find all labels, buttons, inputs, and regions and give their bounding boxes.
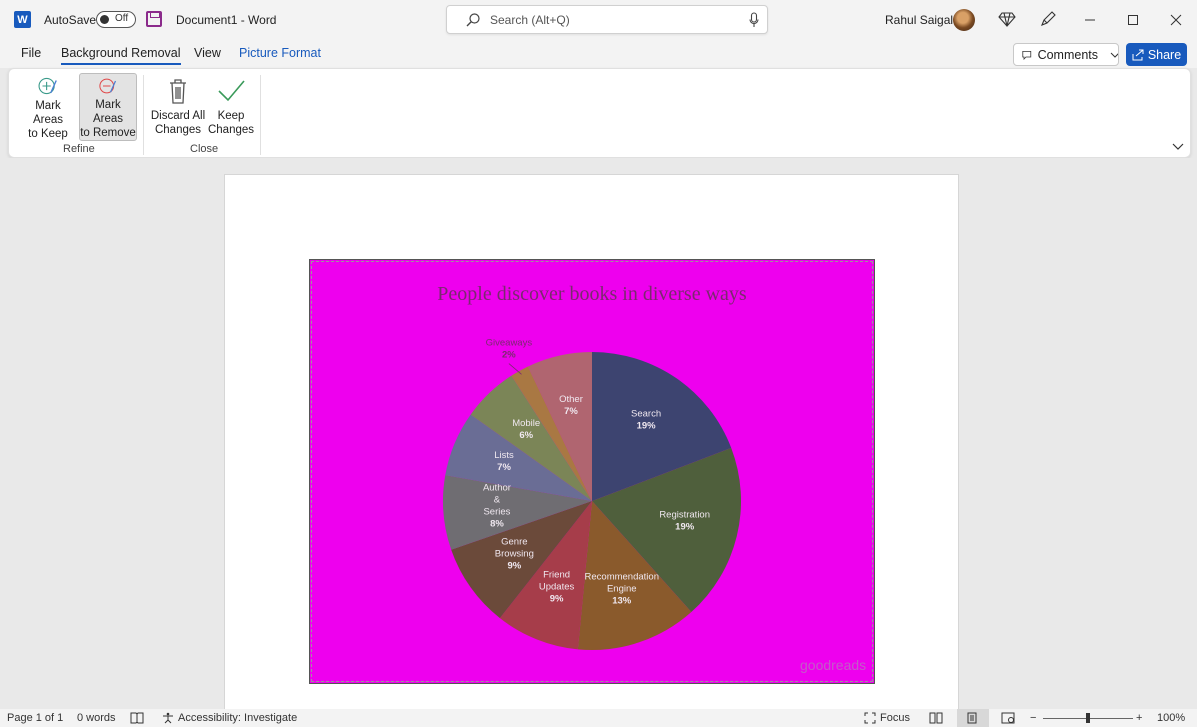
mark-keep-label: Mark Areas to Keep — [28, 100, 68, 140]
discard-label: Discard All Changes — [150, 110, 206, 136]
tab-view[interactable]: View — [194, 46, 221, 60]
page-count[interactable]: Page 1 of 1 — [7, 712, 63, 724]
minimize-icon — [1085, 19, 1095, 21]
group-label-refine: Refine — [63, 143, 95, 155]
user-name[interactable]: Rahul Saigal — [885, 0, 953, 40]
zoom-out-button[interactable]: − — [1030, 712, 1036, 724]
selected-picture[interactable]: People discover books in diverse ways Se… — [309, 259, 875, 684]
book-icon[interactable] — [130, 712, 144, 724]
close-icon — [1170, 14, 1182, 26]
accessibility-icon — [163, 712, 173, 724]
share-icon — [1132, 49, 1144, 60]
keep-label: Keep Changes — [207, 110, 255, 136]
read-mode-icon[interactable] — [929, 712, 943, 724]
zoom-slider-handle[interactable] — [1086, 713, 1090, 723]
mark-areas-to-keep-button[interactable]: Mark Areas to Keep — [19, 73, 77, 141]
accessibility-label: Accessibility: Investigate — [178, 712, 298, 724]
pie-label: Giveaways 2% — [486, 338, 533, 361]
focus-label: Focus — [880, 712, 910, 724]
minimize-button[interactable] — [1077, 8, 1103, 32]
focus-icon — [864, 712, 876, 724]
word-logo-icon: W — [14, 11, 31, 28]
tab-file[interactable]: File — [21, 46, 41, 60]
title-bar: W AutoSave Off Document1 - Word Search (… — [0, 0, 1197, 40]
word-count[interactable]: 0 words — [77, 712, 116, 724]
share-label: Share — [1147, 47, 1182, 62]
status-bar: Page 1 of 1 0 words Accessibility: Inves… — [0, 709, 1197, 727]
toggle-knob-icon — [100, 15, 109, 24]
search-icon — [466, 13, 480, 27]
close-button[interactable] — [1163, 8, 1189, 32]
checkmark-icon — [218, 80, 245, 102]
mark-keep-icon — [38, 77, 57, 95]
mark-areas-to-remove-button[interactable]: Mark Areas to Remove — [79, 73, 137, 141]
ribbon-tabs: File Background Removal View Picture For… — [0, 40, 1197, 68]
ribbon-panel: Mark Areas to Keep Mark Areas to Remove Re… — [8, 68, 1191, 158]
search-placeholder: Search (Alt+Q) — [490, 13, 570, 27]
autosave-label: AutoSave — [44, 13, 97, 27]
share-button[interactable]: Share — [1126, 43, 1187, 66]
trash-icon — [170, 79, 186, 104]
save-icon[interactable] — [146, 11, 162, 27]
collapse-ribbon-chevron-icon[interactable] — [1172, 141, 1184, 151]
print-layout-icon[interactable] — [966, 712, 978, 724]
group-label-close: Close — [190, 143, 219, 155]
chevron-down-icon — [1110, 52, 1118, 58]
pen-icon[interactable] — [1039, 10, 1057, 28]
web-layout-icon[interactable] — [1001, 712, 1015, 724]
tab-picture-format[interactable]: Picture Format — [239, 46, 321, 60]
document-title: Document1 - Word — [176, 13, 277, 27]
comments-label: Comments — [1037, 47, 1099, 62]
mark-remove-icon — [99, 78, 117, 94]
focus-button[interactable]: Focus — [864, 712, 910, 724]
pie-leader-line — [508, 363, 522, 375]
avatar[interactable] — [953, 9, 975, 31]
accessibility-status[interactable]: Accessibility: Investigate — [162, 712, 297, 724]
comment-icon — [1022, 50, 1032, 60]
keep-changes-button[interactable]: Keep Changes — [208, 73, 254, 141]
pie-chart: People discover books in diverse ways Se… — [437, 283, 866, 673]
tab-background-removal[interactable]: Background Removal — [61, 46, 181, 65]
maximize-icon — [1128, 15, 1138, 25]
autosave-toggle[interactable]: Off — [96, 11, 136, 28]
mark-remove-label: Mark Areas to Remove — [80, 99, 136, 139]
zoom-in-button[interactable]: + — [1136, 712, 1142, 724]
ribbon-divider — [260, 75, 261, 155]
zoom-level[interactable]: 100% — [1157, 712, 1185, 724]
search-input[interactable]: Search (Alt+Q) — [446, 5, 768, 34]
discard-all-changes-button[interactable]: Discard All Changes — [150, 73, 206, 141]
watermark: goodreads — [800, 657, 866, 673]
ribbon-divider — [143, 75, 144, 155]
autosave-state: Off — [115, 13, 129, 24]
comments-button[interactable]: Comments — [1013, 43, 1119, 66]
chart-title: People discover books in diverse ways — [437, 283, 747, 305]
microphone-icon[interactable] — [749, 12, 759, 28]
diamond-icon[interactable] — [998, 10, 1016, 28]
maximize-button[interactable] — [1120, 8, 1146, 32]
